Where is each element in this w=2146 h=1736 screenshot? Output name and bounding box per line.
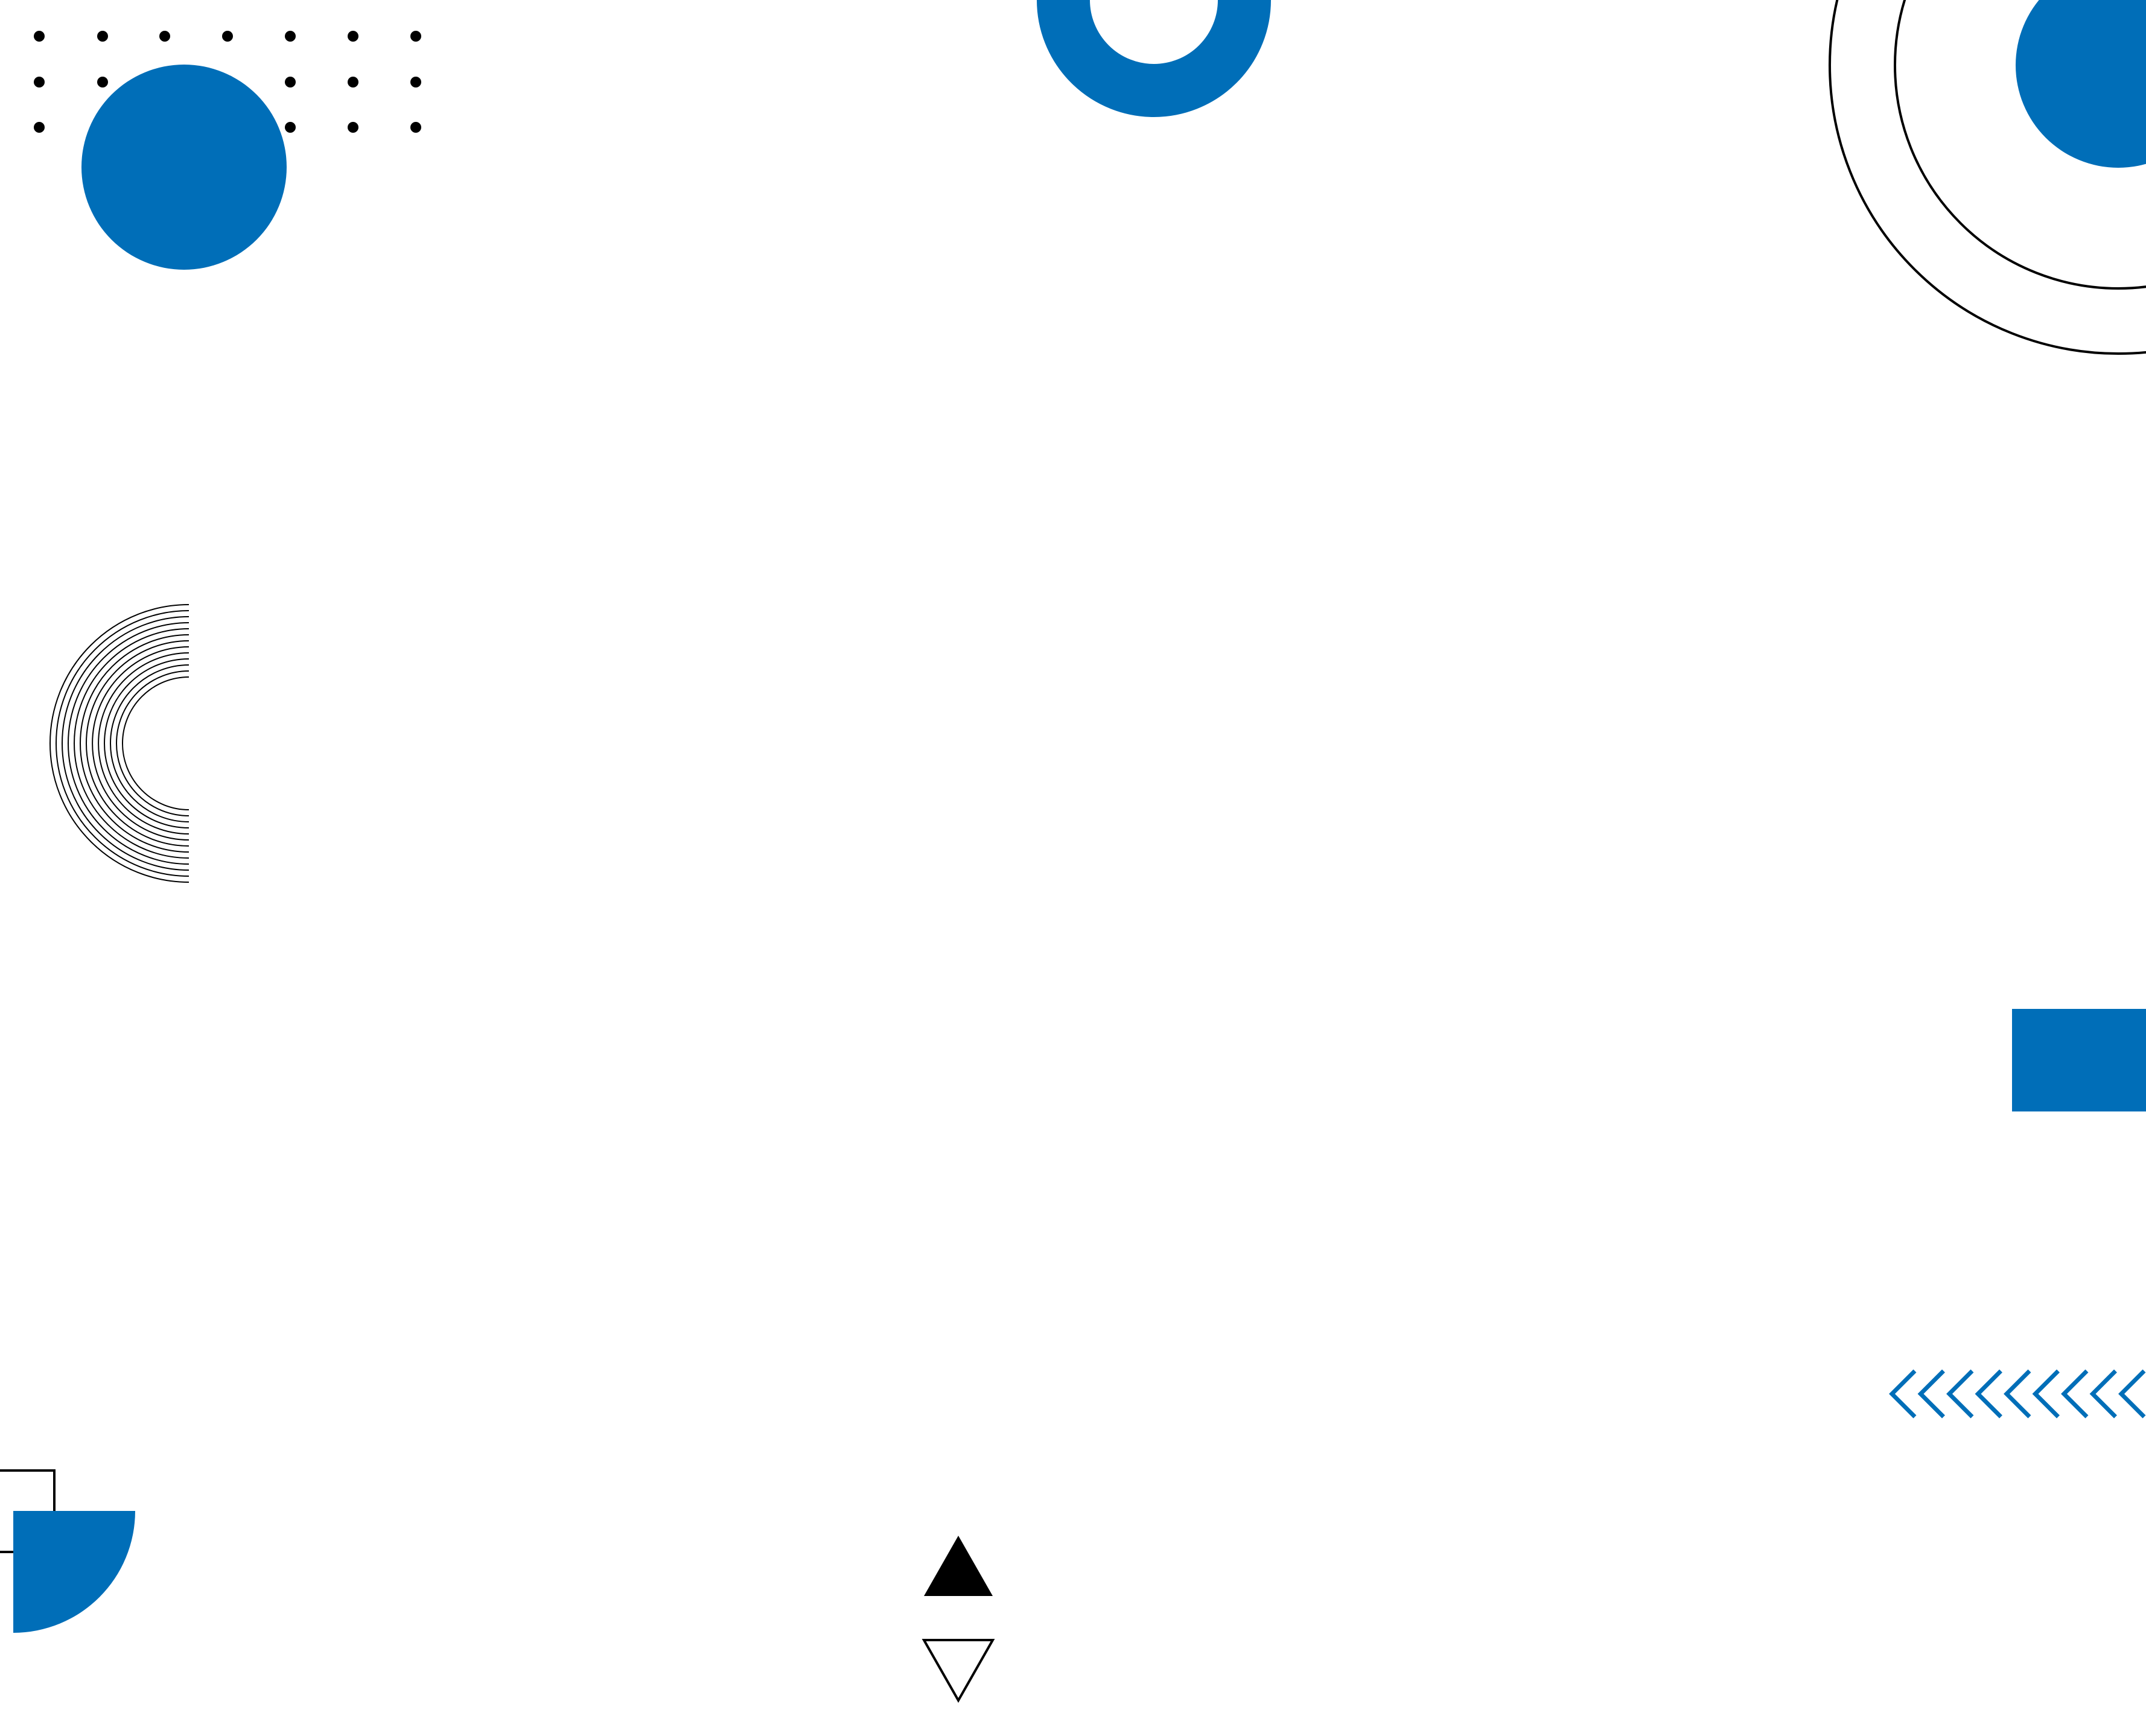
decorative-background <box>0 0 2146 1736</box>
blue-circle-topleft <box>81 65 287 270</box>
grid-dot <box>285 77 296 87</box>
grid-dot <box>285 122 296 133</box>
grid-dot <box>410 122 421 133</box>
grid-dot <box>410 31 421 42</box>
grid-dot <box>348 31 358 42</box>
grid-dot <box>222 31 233 42</box>
grid-dot <box>348 77 358 87</box>
grid-dot <box>348 122 358 133</box>
grid-dot <box>97 77 108 87</box>
blue-rectangle-right <box>2012 1009 2146 1111</box>
grid-dot <box>34 31 45 42</box>
grid-dot <box>285 31 296 42</box>
grid-dot <box>159 31 170 42</box>
grid-dot <box>410 77 421 87</box>
background <box>0 0 2146 1736</box>
grid-dot <box>34 122 45 133</box>
grid-dot <box>97 31 108 42</box>
grid-dot <box>34 77 45 87</box>
